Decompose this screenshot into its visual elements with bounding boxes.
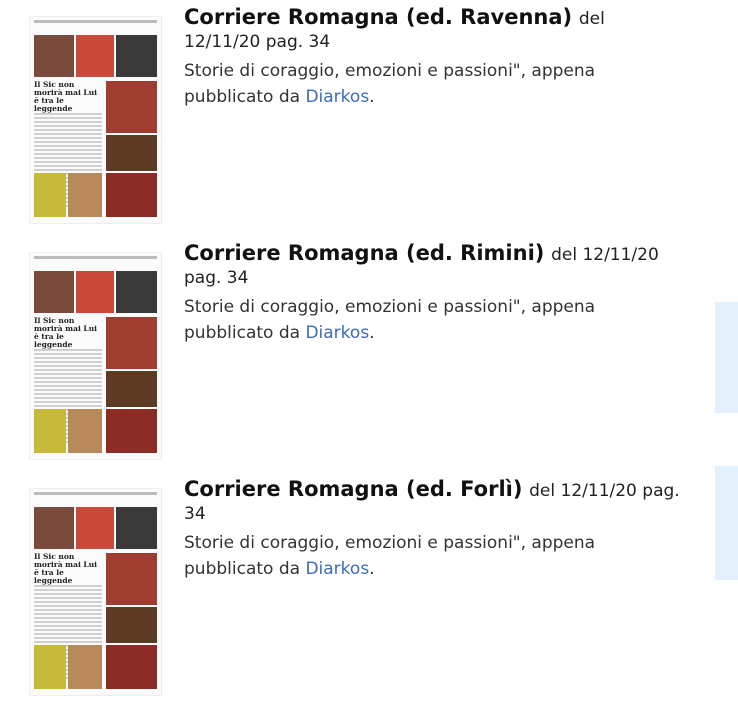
period: . [369, 559, 375, 579]
publisher-link[interactable]: Diarkos [305, 559, 369, 579]
article-title[interactable]: Corriere Romagna (ed. Forlì) [184, 477, 522, 501]
article-text: Corriere Romagna (ed. Forlì) del 12/11/2… [184, 478, 684, 582]
newspaper-page-thumbnail[interactable]: Il Sic non morirà mai Lui è tra le legge… [29, 252, 162, 460]
article-title-line: Corriere Romagna (ed. Rimini) del 12/11/… [184, 241, 684, 289]
description-text: Storie di coraggio, emozioni e passioni"… [184, 533, 596, 579]
side-tab-bottom[interactable] [715, 466, 738, 580]
article-title-line: Corriere Romagna (ed. Ravenna) del 12/11… [184, 5, 684, 53]
article-description: Storie di coraggio, emozioni e passioni"… [184, 58, 684, 110]
side-tab-top[interactable] [715, 302, 738, 413]
publisher-link[interactable]: Diarkos [305, 87, 369, 107]
thumbnail-headline: Il Sic non morirà mai Lui è tra le legge… [34, 552, 97, 585]
period: . [369, 323, 375, 343]
description-text: Storie di coraggio, emozioni e passioni"… [184, 61, 596, 107]
newspaper-page-thumbnail[interactable]: Il Sic non morirà mai Lui è tra le legge… [29, 488, 162, 696]
article-description: Storie di coraggio, emozioni e passioni"… [184, 530, 684, 582]
period: . [369, 87, 375, 107]
thumbnail-headline: Il Sic non morirà mai Lui è tra le legge… [34, 316, 97, 349]
article-title[interactable]: Corriere Romagna (ed. Rimini) [184, 241, 544, 265]
article-title[interactable]: Corriere Romagna (ed. Ravenna) [184, 5, 572, 29]
article-text: Corriere Romagna (ed. Ravenna) del 12/11… [184, 6, 684, 110]
newspaper-page-thumbnail[interactable]: Il Sic non morirà mai Lui è tra le legge… [29, 16, 162, 224]
article-text: Corriere Romagna (ed. Rimini) del 12/11/… [184, 242, 684, 346]
article-description: Storie di coraggio, emozioni e passioni"… [184, 294, 684, 346]
article-title-line: Corriere Romagna (ed. Forlì) del 12/11/2… [184, 477, 684, 525]
thumbnail-headline: Il Sic non morirà mai Lui è tra le legge… [34, 80, 97, 113]
publisher-link[interactable]: Diarkos [305, 323, 369, 343]
description-text: Storie di coraggio, emozioni e passioni"… [184, 297, 596, 343]
